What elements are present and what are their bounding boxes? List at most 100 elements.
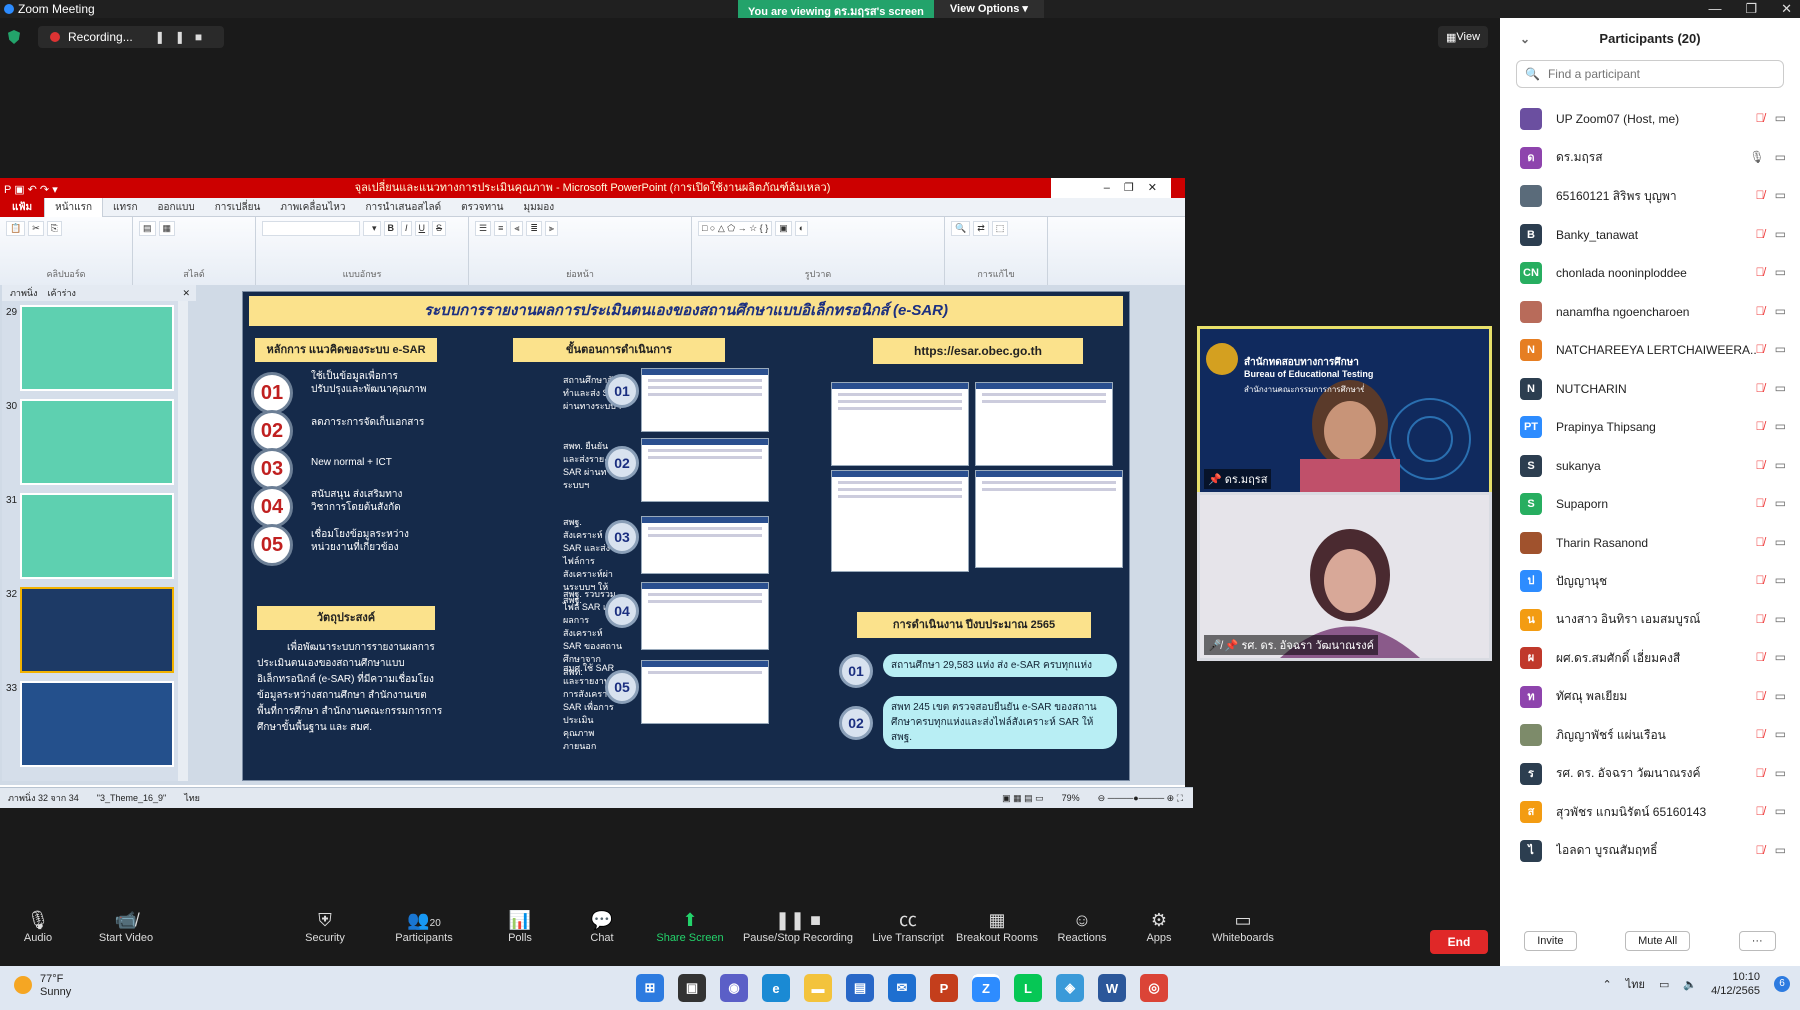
- ppt-tab-file[interactable]: แฟ้ม: [0, 197, 45, 217]
- paste-icon[interactable]: 📋: [6, 221, 26, 236]
- breakout-rooms-button[interactable]: ▦ Breakout Rooms: [954, 908, 1040, 944]
- polls-button[interactable]: 📊 Polls: [500, 908, 540, 944]
- live-transcript-button[interactable]: ㏄ Live Transcript: [868, 908, 948, 944]
- end-meeting-button[interactable]: End: [1430, 930, 1488, 954]
- ppt-window-controls[interactable]: –❐✕: [1051, 178, 1171, 198]
- participant-row[interactable]: น นางสาว อินทิรา เอมสมบูรณ์ 🎙̸ ▭: [1500, 601, 1800, 640]
- align-center-icon[interactable]: ≣: [526, 221, 542, 236]
- shapes-gallery[interactable]: □ ○ △ ⬠ → ☆ { }: [698, 221, 773, 236]
- participant-row[interactable]: ป ปัญญานุช 🎙̸ ▭: [1500, 562, 1800, 601]
- tab-slides[interactable]: ภาพนิ่ง: [10, 286, 37, 300]
- strike-icon[interactable]: S: [432, 221, 447, 236]
- quick-styles-icon[interactable]: ◐: [794, 221, 809, 236]
- volume-icon[interactable]: 🔈: [1683, 978, 1697, 991]
- arrange-icon[interactable]: ▣: [775, 221, 792, 236]
- video-tile[interactable]: 🎤̸ 📌 รศ. ดร. อัจฉรา วัฒนาณรงค์: [1197, 492, 1492, 661]
- invite-button[interactable]: Invite: [1524, 931, 1577, 951]
- participant-row[interactable]: 65160121 สิริพร บุญพา 🎙̸ ▭: [1500, 177, 1800, 216]
- slide-thumbnail[interactable]: 31: [6, 493, 174, 579]
- task-view-icon[interactable]: ▣: [678, 974, 706, 1002]
- ppt-tab-animations[interactable]: ภาพเคลื่อนไหว: [270, 198, 355, 217]
- participant-row[interactable]: PT Prapinya Thipsang 🎙̸ ▭: [1500, 408, 1800, 447]
- chrome-icon[interactable]: ◎: [1140, 974, 1168, 1002]
- line-icon[interactable]: L: [1014, 974, 1042, 1002]
- tab-outline[interactable]: เค้าร่าง: [47, 286, 75, 300]
- edge-browser-icon[interactable]: e: [762, 974, 790, 1002]
- maps-icon[interactable]: ◈: [1056, 974, 1084, 1002]
- underline-icon[interactable]: U: [414, 221, 430, 236]
- mail-icon[interactable]: ✉: [888, 974, 916, 1002]
- restore-icon[interactable]: ❐: [1745, 1, 1757, 17]
- participant-row[interactable]: ส สุวพัชร แกมนิรัตน์ 65160143 🎙̸ ▭: [1500, 793, 1800, 832]
- participant-row[interactable]: N NATCHAREEYA LERTCHAIWEERA... 🎙̸ ▭: [1500, 331, 1800, 370]
- thumbnail-scrollbar[interactable]: [178, 301, 188, 781]
- copy-icon[interactable]: ⎘: [46, 221, 62, 236]
- start-video-button[interactable]: 📹̸ Start Video: [94, 908, 158, 944]
- bold-icon[interactable]: B: [383, 221, 399, 236]
- tray-expand-icon[interactable]: ⌃: [1603, 978, 1612, 991]
- powerpoint-icon[interactable]: P: [930, 974, 958, 1002]
- participant-row[interactable]: Tharin Rasanond 🎙̸ ▭: [1500, 524, 1800, 563]
- more-options-button[interactable]: ···: [1738, 931, 1776, 951]
- view-options-button[interactable]: View Options ▾: [933, 0, 1044, 18]
- ppt-tab-view[interactable]: มุมมอง: [514, 198, 565, 217]
- bullets-icon[interactable]: ☰: [475, 221, 492, 236]
- minimize-icon[interactable]: —: [1708, 1, 1721, 17]
- font-family-select[interactable]: [262, 221, 360, 236]
- font-size-select[interactable]: ▾: [363, 221, 381, 236]
- ppt-tab-home[interactable]: หน้าแรก: [44, 197, 104, 217]
- participant-row[interactable]: nanamfha ngoencharoen 🎙̸ ▭: [1500, 293, 1800, 332]
- close-pane-icon[interactable]: ✕: [182, 288, 196, 299]
- view-buttons[interactable]: ▣ ▦ ▤ ▭: [1002, 793, 1044, 804]
- slide-thumbnail[interactable]: 33: [6, 681, 174, 767]
- search-input[interactable]: [1545, 66, 1750, 82]
- weather-widget[interactable]: 77°F Sunny: [14, 973, 71, 999]
- italic-icon[interactable]: I: [401, 221, 412, 236]
- participant-row[interactable]: ร รศ. ดร. อัจฉรา วัฒนาณรงค์ 🎙̸ ▭: [1500, 755, 1800, 794]
- input-language[interactable]: ไทย: [1626, 975, 1645, 993]
- stop-recording-icon[interactable]: ■: [195, 30, 212, 44]
- participant-row[interactable]: ดดร.มฤรส 🎙 ▭: [1500, 139, 1800, 178]
- align-left-icon[interactable]: ⫷: [510, 221, 524, 236]
- ppt-tab-insert[interactable]: แทรก: [103, 198, 147, 217]
- participant-row[interactable]: ไ ไอลดา บูรณสัมฤทธิ์ 🎙̸ ▭: [1500, 832, 1800, 871]
- store-icon[interactable]: ▤: [846, 974, 874, 1002]
- pause-recording-icon[interactable]: ❚❚: [155, 30, 195, 44]
- network-icon[interactable]: ▭: [1659, 978, 1669, 991]
- zoom-taskbar-icon[interactable]: Z: [972, 974, 1000, 1002]
- collapse-panel-icon[interactable]: ⌄: [1520, 18, 1530, 60]
- share-screen-button[interactable]: ⬆ Share Screen: [654, 908, 726, 944]
- audio-button[interactable]: 🎙 Audio: [18, 908, 58, 944]
- pause-stop-recording-button[interactable]: ❚❚ ■ Pause/Stop Recording: [742, 908, 854, 944]
- clock[interactable]: 10:10 4/12/2565: [1711, 970, 1760, 998]
- participants-button[interactable]: 👥20 Participants: [392, 908, 456, 944]
- participant-row[interactable]: ภิญญาพัชร์ แผ่นเรือน 🎙̸ ▭: [1500, 716, 1800, 755]
- cut-icon[interactable]: ✂: [28, 221, 44, 236]
- apps-button[interactable]: ⚙ Apps: [1144, 908, 1174, 944]
- slide-thumbnail[interactable]: 30: [6, 399, 174, 485]
- find-icon[interactable]: 🔍: [951, 221, 971, 236]
- chat-button[interactable]: 💬 Chat: [584, 908, 620, 944]
- slide-thumbnail[interactable]: 29: [6, 305, 174, 391]
- encryption-shield-icon[interactable]: [8, 30, 20, 44]
- replace-icon[interactable]: ⇄: [973, 221, 989, 236]
- ppt-tab-design[interactable]: ออกแบบ: [148, 198, 205, 217]
- teams-chat-icon[interactable]: ◉: [720, 974, 748, 1002]
- close-icon[interactable]: ✕: [1781, 1, 1792, 17]
- slide-thumbnail-selected[interactable]: 32: [6, 587, 174, 673]
- numbering-icon[interactable]: ≡: [494, 221, 508, 236]
- align-right-icon[interactable]: ⫸: [544, 221, 559, 236]
- participant-row[interactable]: ท ทัศณุ พลเยียม 🎙̸ ▭: [1500, 678, 1800, 717]
- quick-access-toolbar[interactable]: P ▣ ↶ ↷ ▾: [4, 180, 58, 200]
- notification-badge[interactable]: 6: [1774, 976, 1790, 992]
- word-icon[interactable]: W: [1098, 974, 1126, 1002]
- mute-all-button[interactable]: Mute All: [1625, 931, 1691, 951]
- file-explorer-icon[interactable]: ▬: [804, 974, 832, 1002]
- select-icon[interactable]: ⬚: [991, 221, 1009, 236]
- participant-row[interactable]: ผ ผศ.ดร.สมศักดิ์ เอี่ยมคงสี 🎙̸ ▭: [1500, 639, 1800, 678]
- participant-row[interactable]: B Banky_tanawat 🎙̸ ▭: [1500, 216, 1800, 255]
- security-button[interactable]: ⛨ Security: [300, 908, 350, 944]
- layout-icon[interactable]: ▦: [158, 221, 176, 236]
- start-menu-icon[interactable]: ⊞: [636, 974, 664, 1002]
- ppt-tab-slideshow[interactable]: การนำเสนอสไลด์: [356, 198, 452, 217]
